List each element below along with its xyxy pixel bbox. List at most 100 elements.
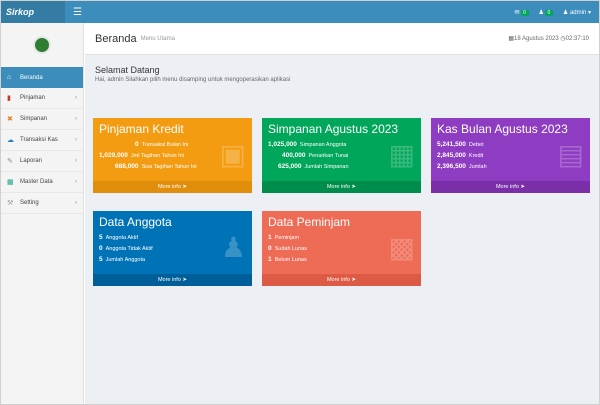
user-label: admin: [569, 9, 587, 16]
database-icon: ▦: [7, 179, 14, 186]
caret-down-icon: ▾: [587, 9, 591, 16]
arrow-circle-right-icon: ➤: [182, 277, 188, 283]
sidebar-item-laporan[interactable]: ✎ Laporan ‹: [1, 151, 83, 172]
more-info-link[interactable]: More info ➤: [262, 181, 421, 193]
more-info-link[interactable]: More info ➤: [93, 181, 252, 193]
box-value: 400,000: [282, 152, 306, 159]
home-icon: ⌂: [7, 74, 12, 81]
app-logo[interactable]: Sirkop: [1, 1, 65, 23]
time-text: 02:37:10: [565, 36, 589, 42]
more-info-link[interactable]: More info ➤: [262, 274, 421, 286]
sidebar-item-label: Simpanan: [20, 116, 48, 122]
box-kas: Kas Bulan Agustus 2023 5,241,500 Debet 2,…: [431, 118, 590, 193]
box-body: Kas Bulan Agustus 2023 5,241,500 Debet 2,…: [431, 118, 590, 181]
mail-notification[interactable]: ✉ 0: [514, 9, 529, 16]
more-info-link[interactable]: More info ➤: [93, 274, 252, 286]
datetime: ▦18 Agustus 2023 ◷02:37:10: [508, 35, 589, 42]
sidebar-item-pinjaman[interactable]: ▮ Pinjaman ‹: [1, 88, 83, 109]
arrow-circle-right-icon: ➤: [351, 277, 357, 283]
arrow-circle-right-icon: ➤: [182, 184, 188, 190]
welcome-section: Selamat Datang Hai, admin Silahkan pilih…: [85, 55, 599, 83]
arrow-circle-right-icon: ➤: [351, 184, 357, 190]
money-icon: ▣: [219, 139, 246, 170]
welcome-title: Selamat Datang: [95, 65, 160, 75]
hamburger-icon[interactable]: ☰: [73, 7, 85, 18]
box-data-anggota: Data Anggota 5 Anggota Aktif 0 Anggota Tid…: [93, 211, 252, 286]
box-title: Kas Bulan Agustus 2023: [437, 122, 568, 136]
box-value: 0: [99, 245, 103, 252]
book-icon: ▤: [557, 139, 584, 170]
app-window: Sirkop ☰ ✉ 0 ♟ 0 ♟ admin ▾ ⌂ Beranda ▮ P…: [0, 0, 600, 405]
box-body: Pinjaman Kredit 0 Transaksi Bulan Ini 1,0…: [93, 118, 252, 181]
top-bar: Sirkop ☰ ✉ 0 ♟ 0 ♟ admin ▾: [1, 1, 599, 23]
sidebar-item-label: Pinjaman: [20, 95, 46, 101]
user-badge: 0: [544, 9, 553, 16]
sidebar-item-label: Master Data: [20, 179, 53, 185]
more-info-link[interactable]: More info ➤: [431, 181, 590, 193]
cash-icon: ☁: [7, 137, 14, 144]
sidebar-item-setting[interactable]: ⚒ Setting ‹: [1, 193, 83, 214]
briefcase-icon: ▩: [388, 232, 415, 263]
chevron-left-icon: ‹: [75, 95, 77, 101]
chevron-left-icon: ‹: [75, 158, 77, 164]
box-label: Belum Lunas: [274, 256, 307, 263]
user-menu[interactable]: ♟ admin ▾: [563, 9, 591, 16]
box-value: 5: [99, 234, 103, 241]
navbar: ☰ ✉ 0 ♟ 0 ♟ admin ▾: [65, 1, 599, 23]
navbar-right: ✉ 0 ♟ 0 ♟ admin ▾: [514, 9, 591, 16]
page-title: Beranda: [95, 32, 137, 45]
sidebar-item-label: Laporan: [20, 158, 43, 164]
sidebar-item-beranda[interactable]: ⌂ Beranda: [1, 67, 83, 88]
user-plus-icon: ♟: [220, 232, 246, 263]
sidebar-item-simpanan[interactable]: ✖ Simpanan ‹: [1, 109, 83, 130]
content-header: Beranda Menu Utama ▦18 Agustus 2023 ◷02:…: [85, 23, 599, 55]
box-value: 5,241,500: [437, 141, 466, 148]
box-value: 5: [99, 256, 103, 263]
box-label: Peminjam: [274, 234, 300, 241]
box-label: Transaksi Bulan Ini: [141, 141, 189, 148]
sidebar-item-master-data[interactable]: ▦ Master Data ‹: [1, 172, 83, 193]
sidebar-item-transaksi-kas[interactable]: ☁ Transaksi Kas ‹: [1, 130, 83, 151]
more-info-label: More info: [157, 184, 181, 190]
box-data-peminjam: Data Peminjam 1 Peminjam 0 Sudah Lunas 1 Be…: [262, 211, 421, 286]
box-value: 0: [268, 245, 272, 252]
box-title: Data Anggota: [99, 215, 172, 229]
more-info-label: More info: [495, 184, 519, 190]
box-title: Data Peminjam: [268, 215, 351, 229]
avatar: [33, 36, 51, 54]
box-body: Data Peminjam 1 Peminjam 0 Sudah Lunas 1 Be…: [262, 211, 421, 274]
more-info-label: More info: [157, 277, 181, 283]
box-value: 2,845,000: [437, 152, 466, 159]
person-icon: ♟: [562, 9, 569, 16]
box-body: Data Anggota 5 Anggota Aktif 0 Anggota Tid…: [93, 211, 252, 274]
report-icon: ✎: [7, 158, 13, 165]
box-value: 1,025,000: [268, 141, 297, 148]
chart-icon: ▮: [7, 95, 11, 102]
box-title: Simpanan Agustus 2023: [268, 122, 399, 136]
box-label: Jml Tagihan Tahun Ini: [130, 152, 184, 159]
box-label: Sudah Lunas: [274, 245, 308, 252]
wrench-icon: ⚒: [7, 200, 14, 207]
more-info-label: More info: [326, 277, 350, 283]
welcome-text: Hai, admin Silahkan pilih menu disamping…: [95, 77, 291, 83]
user-notification[interactable]: ♟ 0: [539, 9, 553, 16]
box-value: 1,029,000: [99, 152, 128, 159]
money-icon: ✖: [7, 116, 13, 123]
sidebar: ⌂ Beranda ▮ Pinjaman ‹ ✖ Simpanan ‹ ☁ Tr…: [1, 23, 84, 404]
box-label: Jumlah: [468, 163, 487, 170]
box-body: Simpanan Agustus 2023 1,025,000 Simpanan …: [262, 118, 421, 181]
box-value: 688,000: [115, 163, 139, 170]
more-info-label: More info: [326, 184, 350, 190]
box-pinjaman-kredit: Pinjaman Kredit 0 Transaksi Bulan Ini 1,0…: [93, 118, 252, 193]
box-label: Simpanan Anggota: [299, 141, 347, 148]
user-panel: [1, 23, 83, 67]
chevron-left-icon: ‹: [75, 179, 77, 185]
mail-badge: 0: [520, 9, 529, 16]
envelope-icon: ✉: [514, 9, 520, 16]
sidebar-item-label: Beranda: [20, 74, 43, 81]
box-label: Sisa Tagihan Tahun Ini: [141, 163, 197, 170]
sidebar-item-label: Setting: [20, 200, 39, 206]
chevron-left-icon: ‹: [75, 116, 77, 122]
box-simpanan: Simpanan Agustus 2023 1,025,000 Simpanan …: [262, 118, 421, 193]
box-label: Jumlah Simpanan: [304, 163, 349, 170]
